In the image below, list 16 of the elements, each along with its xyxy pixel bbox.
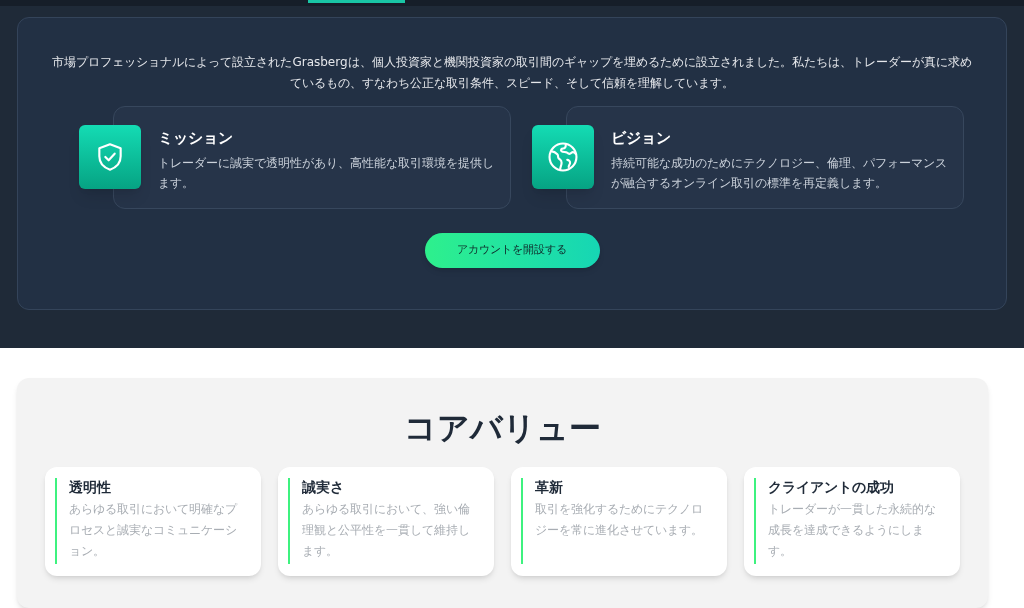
feature-text: トレーダーに誠実で透明性があり、高性能な取引環境を提供します。 (158, 154, 494, 192)
open-account-button[interactable]: アカウントを開設する (424, 233, 600, 268)
value-text: 取引を強化するためにテクノロジーを常に進化させています。 (535, 501, 704, 539)
value-text: あらゆる取引において、強い倫理観と公平性を一貫して維持します。 (302, 501, 471, 560)
value-title: 透明性 (69, 478, 112, 496)
value-title: 革新 (535, 478, 564, 496)
feature-title: ミッション (158, 128, 234, 149)
section-title: コアバリュー (404, 408, 601, 448)
feature-title: ビジョン (611, 128, 672, 149)
globe-icon (546, 140, 580, 174)
feature-text: 持続可能な成功のためにテクノロジー、倫理、パフォーマンスが融合するオンライン取引の標準を再定義します。 (611, 154, 947, 192)
intro-text: 市場プロフェッショナルによって設立されたGrasbergは、個人投資家と機関投資家の取引間のギャップを埋めるために設立されました。私たちは、トレーダーが真に求めているもの、すなわち公正な取引条件、スピード、そして信頼を理解しています。 (51, 54, 973, 92)
value-title: クライアントの成功 (768, 478, 895, 496)
value-text: トレーダーが一貫した永続的な成長を達成できるようにします。 (768, 501, 937, 560)
value-title: 誠実さ (302, 478, 345, 496)
value-text: あらゆる取引において明確なプロセスと誠実なコミュニケーション。 (69, 501, 239, 560)
